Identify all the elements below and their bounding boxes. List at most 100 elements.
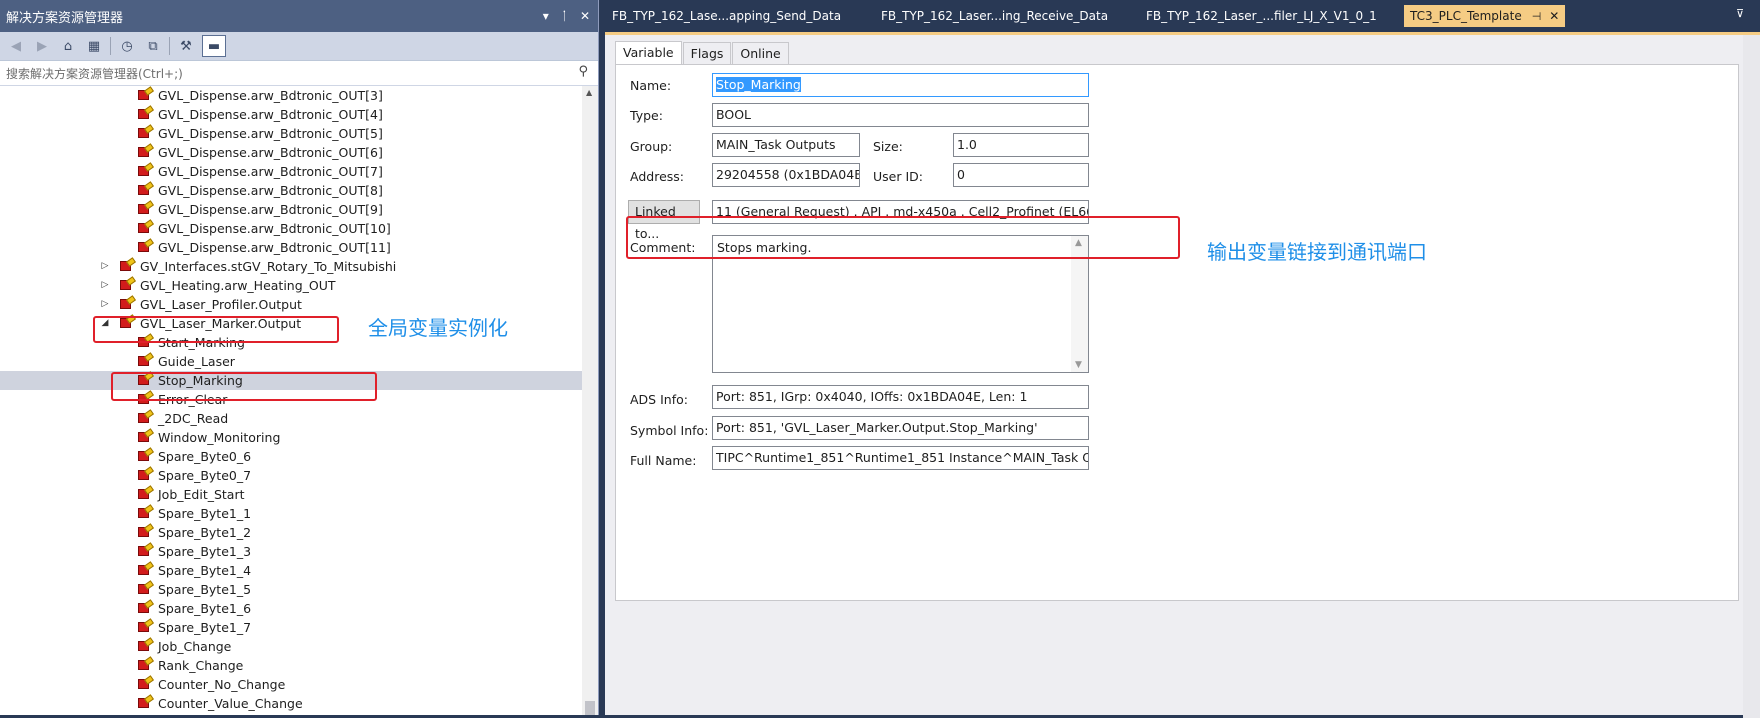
expand-icon[interactable]: ▷ [100,295,110,314]
tree-item[interactable]: GVL_Dispense.arw_Bdtronic_OUT[7] [0,162,582,181]
solution-explorer-toolbar: ◀ ▶ ⌂ ▦ ◷ ⧉ ⚒ ▬ [0,32,598,61]
tree-item[interactable]: Spare_Byte1_5 [0,580,582,599]
tree-item[interactable]: Counter_Value_Change [0,694,582,713]
userid-label: User ID: [873,169,923,184]
pin-icon[interactable]: ⊣ [1532,10,1542,23]
pending-changes-icon[interactable]: ◷ [117,36,137,56]
back-icon[interactable]: ◀ [6,36,26,56]
tree-item[interactable]: Job_Change [0,637,582,656]
toolbar-separator [110,37,111,55]
collapse-all-icon[interactable]: ⧉ [143,36,163,56]
variable-icon [138,109,149,119]
tree-scrollbar[interactable]: ▲ [582,86,598,715]
comment-text: Stops marking. [717,240,812,255]
editor-scrollbar[interactable] [1743,35,1760,718]
tree-item[interactable]: Stop_Marking [0,371,582,390]
tree-item[interactable]: Spare_Byte1_2 [0,523,582,542]
tree-item[interactable]: Spare_Byte1_3 [0,542,582,561]
name-field[interactable]: Stop_Marking [712,73,1089,97]
tab-variable[interactable]: Variable [615,41,682,64]
tree-item[interactable]: GVL_Dispense.arw_Bdtronic_OUT[5] [0,124,582,143]
variable-icon [138,204,149,214]
ads-info-field[interactable]: Port: 851, IGrp: 0x4040, IOffs: 0x1BDA04… [712,385,1089,409]
tree-item[interactable]: Spare_Byte0_7 [0,466,582,485]
variable-icon [138,565,149,575]
tree-item[interactable]: Spare_Byte1_1 [0,504,582,523]
scrollbar-thumb[interactable] [585,701,595,715]
tree-item[interactable]: Counter_No_Change [0,675,582,694]
close-icon[interactable]: ✕ [580,9,590,23]
tab-tc3-plc-template[interactable]: TC3_PLC_Template ⊣ ✕ [1404,5,1566,27]
name-label: Name: [630,78,672,93]
tree-item-label: Guide_Laser [158,354,235,369]
type-field[interactable]: BOOL [712,103,1089,127]
tree-item-label: Rank_Change [158,658,244,673]
expand-icon[interactable]: ▷ [100,257,110,276]
symbol-info-field[interactable]: Port: 851, 'GVL_Laser_Marker.Output.Stop… [712,416,1089,440]
tree-item-label: _2DC_Read [158,411,229,426]
tree-item[interactable]: GVL_Dispense.arw_Bdtronic_OUT[11] [0,238,582,257]
collapse-icon[interactable]: ◢ [100,314,110,333]
tree-item-label: Job_Edit_Start [158,487,245,502]
size-field[interactable]: 1.0 [953,133,1089,157]
userid-field[interactable]: 0 [953,163,1089,187]
full-name-field[interactable]: TIPC^Runtime1_851^Runtime1_851 Instance^… [712,446,1089,470]
tree-item-label: GVL_Dispense.arw_Bdtronic_OUT[6] [158,145,383,160]
tree-item-label: GVL_Dispense.arw_Bdtronic_OUT[9] [158,202,383,217]
comment-scrollbar[interactable]: ▲ ▼ [1071,236,1088,372]
tree-item[interactable]: _2DC_Read [0,409,582,428]
tree-item[interactable]: Spare_Byte0_6 [0,447,582,466]
tab-overflow-icon[interactable]: ⊽ [1736,7,1744,20]
variable-icon [138,147,149,157]
variable-icon [120,261,131,271]
preview-icon[interactable]: ▬ [202,35,226,57]
tab-receive-data[interactable]: FB_TYP_162_Laser...ing_Receive_Data [881,5,1108,27]
tab-online[interactable]: Online [732,42,789,64]
variable-icon [138,337,149,347]
tree-item[interactable]: Spare_Byte1_6 [0,599,582,618]
tree-item[interactable]: Spare_Byte1_4 [0,561,582,580]
pin-icon[interactable]: ᛙ [561,9,568,23]
search-icon[interactable]: ⚲ [578,64,588,79]
comment-field[interactable]: Stops marking. ▲ ▼ [712,235,1089,373]
tree-item[interactable]: Rank_Change [0,656,582,675]
tree-item[interactable]: Guide_Laser [0,352,582,371]
tree-item[interactable]: GVL_Dispense.arw_Bdtronic_OUT[10] [0,219,582,238]
tree-item[interactable]: Job_Edit_Start [0,485,582,504]
tree-item[interactable]: ▷ GVL_Heating.arw_Heating_OUT [0,276,582,295]
tree-item-label: Spare_Byte1_2 [158,525,252,540]
tab-flags[interactable]: Flags [682,42,732,64]
tree-item[interactable]: GVL_Dispense.arw_Bdtronic_OUT[8] [0,181,582,200]
tab-send-data[interactable]: FB_TYP_162_Lase...apping_Send_Data [612,5,841,27]
home-icon[interactable]: ⌂ [58,36,78,56]
tree-item[interactable]: Spare_Byte1_7 [0,618,582,637]
tree-item[interactable]: GVL_Dispense.arw_Bdtronic_OUT[9] [0,200,582,219]
annotation-linked-port: 输出变量链接到通讯端口 [1207,240,1427,264]
variable-icon [138,90,149,100]
tree-item[interactable]: ▷ GV_Interfaces.stGV_Rotary_To_Mitsubishi [0,257,582,276]
tree-item-label: Spare_Byte1_7 [158,620,252,635]
scroll-up-icon[interactable]: ▲ [586,88,592,97]
solution-explorer-search[interactable]: 搜索解决方案资源管理器(Ctrl+;) ⚲ [0,61,598,86]
tree-item-label: Spare_Byte1_4 [158,563,252,578]
tree-item-label: GVL_Dispense.arw_Bdtronic_OUT[7] [158,164,383,179]
linked-to-field[interactable]: 11 (General Request) . API . md-x450a . … [712,200,1089,224]
tree-item[interactable]: GVL_Dispense.arw_Bdtronic_OUT[3] [0,86,582,105]
tab-profiler[interactable]: FB_TYP_162_Laser_...filer_LJ_X_V1_0_1 [1146,5,1377,27]
variable-icon [138,679,149,689]
linked-to-button[interactable]: Linked to... [628,200,700,241]
document-tab-strip: FB_TYP_162_Lase...apping_Send_Data FB_TY… [600,0,1760,32]
forward-icon[interactable]: ▶ [32,36,52,56]
tree-item[interactable]: Window_Monitoring [0,428,582,447]
dropdown-icon[interactable]: ▾ [543,9,549,23]
address-field[interactable]: 29204558 (0x1BDA04E) [712,163,860,187]
switch-views-icon[interactable]: ▦ [84,36,104,56]
expand-icon[interactable]: ▷ [100,276,110,295]
tree-item[interactable]: Error_Clear [0,390,582,409]
properties-icon[interactable]: ⚒ [176,36,196,56]
close-icon[interactable]: ✕ [1549,9,1559,23]
tree-item[interactable]: GVL_Dispense.arw_Bdtronic_OUT[6] [0,143,582,162]
tab-label: FB_TYP_162_Lase...apping_Send_Data [612,9,842,23]
tree-item[interactable]: GVL_Dispense.arw_Bdtronic_OUT[4] [0,105,582,124]
group-field[interactable]: MAIN_Task Outputs [712,133,860,157]
